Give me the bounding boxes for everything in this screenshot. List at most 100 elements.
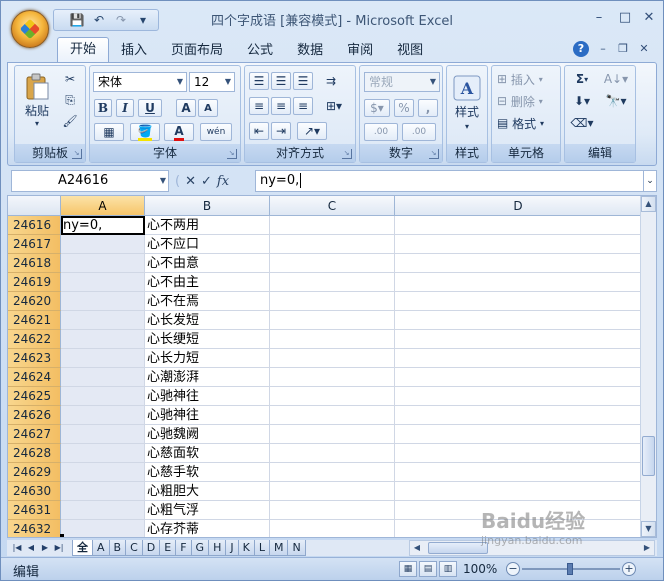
row-header[interactable]: 24617 <box>8 235 61 254</box>
row-header[interactable]: 24622 <box>8 330 61 349</box>
sheet-tab[interactable]: D <box>141 540 161 556</box>
page-layout-view-icon[interactable]: ▤ <box>419 561 437 577</box>
undo-icon[interactable]: ↶ <box>90 11 108 29</box>
sheet-tab[interactable]: L <box>253 540 270 556</box>
align-right-icon[interactable]: ≡ <box>293 97 313 115</box>
sheet-tab[interactable]: K <box>237 540 255 556</box>
cell-b[interactable]: 心不应口 <box>145 235 270 254</box>
tab-page-layout[interactable]: 页面布局 <box>159 39 235 63</box>
tab-formulas[interactable]: 公式 <box>235 39 285 63</box>
cut-icon[interactable]: ✂ <box>61 70 79 88</box>
sheet-tab[interactable]: N <box>287 540 306 556</box>
cell-b[interactable]: 心慈面软 <box>145 444 270 463</box>
tab-data[interactable]: 数据 <box>285 39 335 63</box>
horizontal-scrollbar[interactable]: ◀ ▶ <box>409 540 655 556</box>
cell-a[interactable] <box>61 330 145 349</box>
italic-button[interactable]: I <box>116 99 134 117</box>
cell-b[interactable]: 心不在焉 <box>145 292 270 311</box>
fill-color-button[interactable]: 🪣 <box>130 123 160 141</box>
font-name-combo[interactable]: 宋体 ▼ <box>93 72 187 92</box>
confirm-entry-icon[interactable]: ✓ <box>201 174 212 189</box>
align-middle-icon[interactable]: ☰ <box>271 72 291 90</box>
row-header[interactable]: 24625 <box>8 387 61 406</box>
font-name-dropdown-icon[interactable]: ▼ <box>174 73 186 91</box>
cell-c[interactable] <box>270 330 395 349</box>
cell-d[interactable] <box>395 463 642 482</box>
underline-button[interactable]: U <box>138 99 162 117</box>
close-button[interactable]: ✕ <box>636 9 662 27</box>
row-header[interactable]: 24624 <box>8 368 61 387</box>
scroll-left-icon[interactable]: ◀ <box>410 541 424 555</box>
font-size-combo[interactable]: 12 ▼ <box>189 72 235 92</box>
cell-c[interactable] <box>270 444 395 463</box>
normal-view-icon[interactable]: ▦ <box>399 561 417 577</box>
styles-button[interactable]: A 样式 ▾ <box>450 70 484 136</box>
cell-d[interactable] <box>395 311 642 330</box>
sort-filter-icon[interactable]: A↓▾ <box>601 70 631 88</box>
comma-button[interactable]: , <box>418 99 438 117</box>
page-break-view-icon[interactable]: ▥ <box>439 561 457 577</box>
cell-b[interactable]: 心粗胆大 <box>145 482 270 501</box>
cell-d[interactable] <box>395 387 642 406</box>
number-format-dropdown-icon[interactable]: ▼ <box>427 73 439 91</box>
cell-a[interactable] <box>61 368 145 387</box>
align-center-icon[interactable]: ≡ <box>271 97 291 115</box>
cell-c[interactable] <box>270 254 395 273</box>
grow-font-button[interactable]: A <box>176 99 196 117</box>
row-header[interactable]: 24616 <box>8 216 61 235</box>
sheet-tab[interactable]: A <box>92 540 110 556</box>
cell-c[interactable] <box>270 425 395 444</box>
cell-d[interactable] <box>395 520 642 537</box>
percent-button[interactable]: % <box>394 99 414 117</box>
increase-decimal-button[interactable]: .00 <box>364 123 398 141</box>
alignment-launcher-icon[interactable]: ↘ <box>342 149 352 159</box>
cell-d[interactable] <box>395 349 642 368</box>
first-sheet-icon[interactable]: |◀ <box>11 541 23 555</box>
zoom-out-icon[interactable]: − <box>506 562 520 576</box>
sheet-tab[interactable]: B <box>108 540 127 556</box>
decrease-decimal-button[interactable]: .00 <box>402 123 436 141</box>
align-bottom-icon[interactable]: ☰ <box>293 72 313 90</box>
vertical-scroll-thumb[interactable] <box>642 436 655 476</box>
cell-b[interactable]: 心存芥蒂 <box>145 520 270 537</box>
cell-c[interactable] <box>270 482 395 501</box>
row-header[interactable]: 24618 <box>8 254 61 273</box>
formula-input[interactable]: ny=0, <box>255 170 645 192</box>
ribbon-restore-icon[interactable]: ❐ <box>615 41 631 57</box>
cell-a[interactable] <box>61 273 145 292</box>
fill-icon[interactable]: ⬇▾ <box>569 92 595 110</box>
cell-a[interactable] <box>61 254 145 273</box>
row-header[interactable]: 24631 <box>8 501 61 520</box>
row-header[interactable]: 24629 <box>8 463 61 482</box>
scroll-up-icon[interactable]: ▲ <box>641 196 656 212</box>
paste-button[interactable]: 粘贴 ▾ <box>19 70 55 130</box>
find-select-icon[interactable]: 🔭▾ <box>601 92 631 110</box>
currency-icon[interactable]: $▾ <box>364 99 390 117</box>
row-header[interactable]: 24632 <box>8 520 61 537</box>
shrink-font-button[interactable]: A <box>198 99 218 117</box>
cell-c[interactable] <box>270 216 395 235</box>
next-sheet-icon[interactable]: ▶ <box>39 541 51 555</box>
cell-b[interactable]: 心慈手软 <box>145 463 270 482</box>
cell-b[interactable]: 心不由意 <box>145 254 270 273</box>
cell-c[interactable] <box>270 273 395 292</box>
tab-insert[interactable]: 插入 <box>109 39 159 63</box>
prev-sheet-icon[interactable]: ◀ <box>25 541 37 555</box>
name-box[interactable]: A24616 ▼ <box>11 170 169 192</box>
cell-c[interactable] <box>270 368 395 387</box>
sheet-tab[interactable]: C <box>125 540 143 556</box>
cell-d[interactable] <box>395 501 642 520</box>
number-launcher-icon[interactable]: ↘ <box>429 149 439 159</box>
sheet-tab[interactable]: 全 <box>72 540 93 556</box>
copy-icon[interactable]: ⎘ <box>61 91 79 109</box>
sheet-tab[interactable]: G <box>190 540 210 556</box>
column-header-d[interactable]: D <box>395 196 642 216</box>
tab-view[interactable]: 视图 <box>385 39 435 63</box>
tab-review[interactable]: 审阅 <box>335 39 385 63</box>
cell-c[interactable] <box>270 406 395 425</box>
cell-b[interactable]: 心驰魏阙 <box>145 425 270 444</box>
cell-b[interactable]: 心长绠短 <box>145 330 270 349</box>
autosum-button[interactable]: Σ ▾ <box>569 70 595 88</box>
scroll-right-icon[interactable]: ▶ <box>640 541 654 555</box>
zoom-level[interactable]: 100% <box>463 562 497 576</box>
